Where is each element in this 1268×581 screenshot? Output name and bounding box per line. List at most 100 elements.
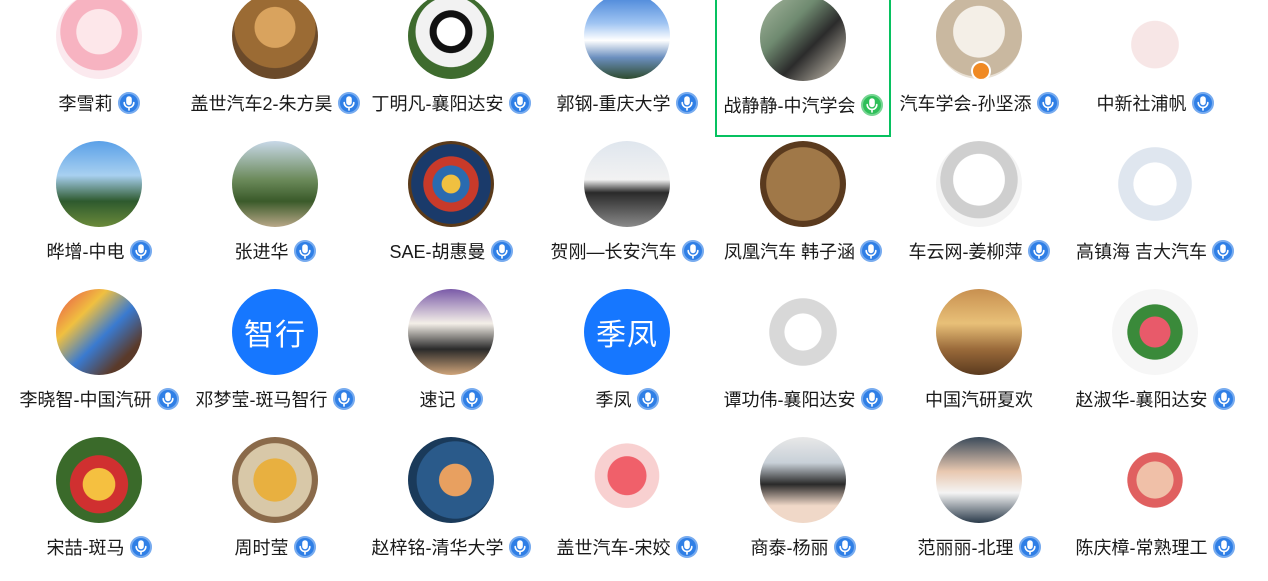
participant-tile[interactable]: 凤凰汽车 韩子涵 <box>715 137 891 285</box>
participant-tile[interactable]: 晔增-中电 <box>11 137 187 285</box>
avatar <box>408 437 494 523</box>
mic-active-icon[interactable] <box>860 94 883 116</box>
participant-tile[interactable]: 盖世汽车2-朱方昊 <box>187 0 363 137</box>
mic-icon[interactable] <box>681 240 704 262</box>
participant-tile[interactable]: 汽车学会-孙坚添 <box>891 0 1067 137</box>
participant-name-row: 陈庆樟-常熟理工 <box>1076 534 1235 560</box>
mic-icon[interactable] <box>293 536 316 558</box>
participant-name: 宋喆-斑马 <box>46 538 125 558</box>
mic-icon[interactable] <box>1212 240 1234 262</box>
participant-tile[interactable]: 陈庆樟-常熟理工 <box>1067 433 1243 581</box>
mic-icon[interactable] <box>833 536 856 558</box>
avatar <box>1112 437 1198 523</box>
mic-icon[interactable] <box>156 388 179 410</box>
participant-name: 中新社浦帆 <box>1096 94 1187 114</box>
participant-tile[interactable]: 赵梓铭-清华大学 <box>363 433 539 581</box>
participant-tile[interactable]: 周时莹 <box>187 433 363 581</box>
participant-tile[interactable]: 赵淑华-襄阳达安 <box>1067 285 1243 433</box>
avatar <box>1112 141 1198 227</box>
mic-icon[interactable] <box>490 240 513 262</box>
mic-icon[interactable] <box>129 536 152 558</box>
participant-tile[interactable]: 商泰-杨丽 <box>715 433 891 581</box>
participant-tile[interactable]: 中新社浦帆 <box>1067 0 1243 137</box>
participant-name-row: 商泰-杨丽 <box>751 534 856 560</box>
participant-name: 盖世汽车-宋姣 <box>556 538 671 558</box>
mic-icon[interactable] <box>860 388 883 410</box>
participant-name: 汽车学会-孙坚添 <box>899 94 1032 114</box>
mic-icon[interactable] <box>636 388 659 410</box>
avatar <box>760 0 846 81</box>
participant-name: 赵梓铭-清华大学 <box>371 538 504 558</box>
mic-icon[interactable] <box>117 92 140 114</box>
participant-name: 郭钢-重庆大学 <box>556 94 671 114</box>
participant-tile[interactable]: 速记 <box>363 285 539 433</box>
avatar <box>56 0 142 79</box>
participant-tile[interactable]: 智行邓梦莹-斑马智行 <box>187 285 363 433</box>
avatar <box>408 289 494 375</box>
participant-tile[interactable]: 范丽丽-北理 <box>891 433 1067 581</box>
avatar <box>936 289 1022 375</box>
avatar-text: 季凤 <box>596 319 658 352</box>
mic-icon[interactable] <box>1027 240 1050 262</box>
avatar <box>760 141 846 227</box>
participant-tile[interactable]: 贺刚—长安汽车 <box>539 137 715 285</box>
mic-icon[interactable] <box>337 92 360 114</box>
participant-name-row: 高镇海 吉大汽车 <box>1076 238 1234 264</box>
avatar <box>1112 0 1198 79</box>
avatar <box>760 289 846 375</box>
participant-name-row: 赵淑华-襄阳达安 <box>1076 386 1235 412</box>
participant-name-row: 速记 <box>420 386 483 412</box>
mic-icon[interactable] <box>293 240 316 262</box>
participant-tile[interactable]: 丁明凡-襄阳达安 <box>363 0 539 137</box>
mic-icon[interactable] <box>1191 92 1214 114</box>
mic-icon[interactable] <box>508 536 531 558</box>
avatar <box>936 437 1022 523</box>
mic-icon[interactable] <box>1018 536 1041 558</box>
participant-tile[interactable]: 季凤 季凤 <box>539 285 715 433</box>
participant-name-row: 张进华 <box>235 238 316 264</box>
participant-name: SAE-胡惠曼 <box>389 242 486 262</box>
participant-tile[interactable]: 李晓智-中国汽研 <box>11 285 187 433</box>
participant-tile[interactable]: SAE-胡惠曼 <box>363 137 539 285</box>
participant-name-row: 郭钢-重庆大学 <box>557 90 698 116</box>
mic-icon[interactable] <box>508 92 531 114</box>
mic-icon[interactable] <box>675 536 698 558</box>
participant-tile[interactable]: 郭钢-重庆大学 <box>539 0 715 137</box>
participant-tile[interactable]: 张进华 <box>187 137 363 285</box>
participant-tile[interactable]: 战静静-中汽学会 <box>715 0 891 137</box>
avatar <box>232 0 318 79</box>
participant-tile[interactable]: 高镇海 吉大汽车 <box>1067 137 1243 285</box>
avatar <box>232 141 318 227</box>
participant-name-row: 凤凰汽车 韩子涵 <box>724 238 882 264</box>
participant-name-row: 汽车学会-孙坚添 <box>900 90 1059 116</box>
mic-icon[interactable] <box>1212 536 1235 558</box>
participant-tile[interactable]: 车云网-姜柳萍 <box>891 137 1067 285</box>
avatar-text: 智行 <box>244 319 306 352</box>
avatar <box>232 437 318 523</box>
participant-name: 李晓智-中国汽研 <box>19 390 152 410</box>
participant-tile[interactable]: 盖世汽车-宋姣 <box>539 433 715 581</box>
participant-name-row: 中国汽研夏欢 <box>925 386 1033 412</box>
participant-name-row: 邓梦莹-斑马智行 <box>196 386 355 412</box>
mic-icon[interactable] <box>129 240 152 262</box>
participant-tile[interactable]: 谭功伟-襄阳达安 <box>715 285 891 433</box>
avatar <box>56 141 142 227</box>
participant-tile[interactable]: 宋喆-斑马 <box>11 433 187 581</box>
mic-icon[interactable] <box>860 240 882 262</box>
participant-tile[interactable]: 李雪莉 <box>11 0 187 137</box>
avatar <box>56 289 142 375</box>
mic-icon[interactable] <box>460 388 483 410</box>
participant-name-row: 盖世汽车2-朱方昊 <box>190 90 360 116</box>
participant-name-row: 李雪莉 <box>59 90 140 116</box>
mic-icon[interactable] <box>675 92 698 114</box>
participant-name-row: 中新社浦帆 <box>1097 90 1214 116</box>
participant-name-row: 季凤 <box>596 386 659 412</box>
avatar <box>760 437 846 523</box>
mic-icon[interactable] <box>1212 388 1235 410</box>
participant-name-row: 丁明凡-襄阳达安 <box>372 90 531 116</box>
participant-tile[interactable]: 中国汽研夏欢 <box>891 285 1067 433</box>
participant-name-row: 赵梓铭-清华大学 <box>372 534 531 560</box>
mic-icon[interactable] <box>332 388 355 410</box>
avatar <box>936 0 1022 79</box>
mic-icon[interactable] <box>1036 92 1059 114</box>
